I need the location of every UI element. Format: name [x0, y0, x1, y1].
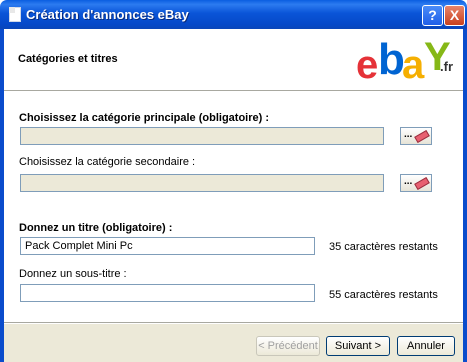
title-bar[interactable]: Création d'annonces eBay ? X	[0, 0, 467, 29]
ebay-logo: e b a Y .fr	[356, 35, 453, 87]
title-remaining-count: 35 caractères restants	[329, 241, 438, 253]
wizard-body: Choisissez la catégorie principale (obli…	[4, 92, 463, 322]
help-button[interactable]: ?	[422, 5, 443, 26]
subtitle-label: Donnez un sous-titre :	[19, 268, 127, 280]
title-label: Donnez un titre (obligatoire) :	[19, 222, 173, 234]
window-title: Création d'annonces eBay	[26, 7, 189, 22]
secondary-category-field[interactable]	[20, 174, 384, 192]
page-title: Catégories et titres	[18, 53, 118, 65]
wizard-header: Catégories et titres e b a Y .fr	[4, 29, 463, 90]
title-input[interactable]: Pack Complet Mini Pc	[20, 237, 315, 255]
secondary-category-label: Choisissez la catégorie secondaire :	[19, 156, 196, 168]
cancel-button[interactable]: Annuler	[397, 336, 455, 356]
previous-button[interactable]: < Précédent	[256, 336, 320, 356]
next-button[interactable]: Suivant >	[326, 336, 390, 356]
document-icon	[8, 7, 22, 22]
window-frame-right	[463, 29, 467, 362]
secondary-category-picker-button[interactable]: ...	[400, 174, 432, 192]
primary-category-picker-button[interactable]: ...	[400, 127, 432, 145]
close-button[interactable]: X	[444, 5, 465, 26]
eraser-icon	[414, 176, 430, 191]
primary-category-label: Choisissez la catégorie principale (obli…	[19, 112, 270, 124]
subtitle-input[interactable]	[20, 284, 315, 302]
subtitle-remaining-count: 55 caractères restants	[329, 289, 438, 301]
eraser-icon	[414, 129, 430, 144]
wizard-footer: < Précédent Suivant > Annuler	[4, 324, 463, 362]
primary-category-field[interactable]	[20, 127, 384, 145]
